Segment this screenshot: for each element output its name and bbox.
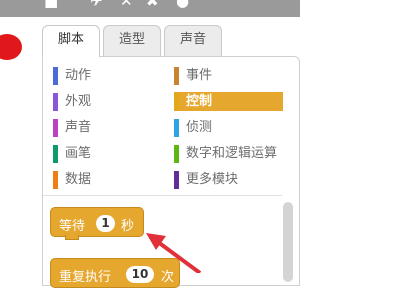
arrow-shaft	[156, 240, 202, 273]
tab-scripts[interactable]: 脚本	[42, 25, 100, 57]
